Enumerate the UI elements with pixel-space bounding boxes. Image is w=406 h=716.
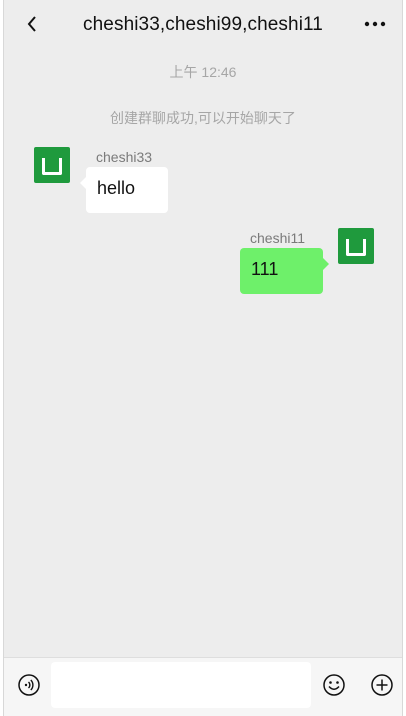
voice-icon [18,674,40,696]
chat-window: cheshi33,cheshi99,cheshi11 上午 12:46 创建群聊… [3,0,403,716]
message-bubble[interactable]: hello [80,167,168,213]
message-input[interactable] [51,662,311,708]
plus-button[interactable] [370,673,394,697]
voice-button[interactable] [17,673,41,697]
message-text: hello [97,178,136,198]
system-message: 创建群聊成功,可以开始聊天了 [110,110,296,126]
input-bar [4,657,402,716]
avatar-cheshi33[interactable] [34,147,70,183]
sender-name: cheshi11 [250,230,306,246]
more-button[interactable] [362,12,388,36]
message-text: 111 [251,259,279,279]
sender-name: cheshi33 [96,149,153,165]
message-bubble[interactable]: 111 [240,248,329,294]
emoji-button[interactable] [322,673,346,697]
avatar-cheshi11[interactable] [338,228,374,264]
message-timestamp: 上午 12:46 [169,64,237,80]
emoji-icon [323,674,345,696]
chat-header: cheshi33,cheshi99,cheshi11 [4,0,402,50]
avatar-glyph [42,158,62,175]
plus-icon [371,674,393,696]
more-dots-icon [364,21,386,27]
avatar-glyph [346,239,366,256]
chat-title: cheshi33,cheshi99,cheshi11 [83,14,323,35]
